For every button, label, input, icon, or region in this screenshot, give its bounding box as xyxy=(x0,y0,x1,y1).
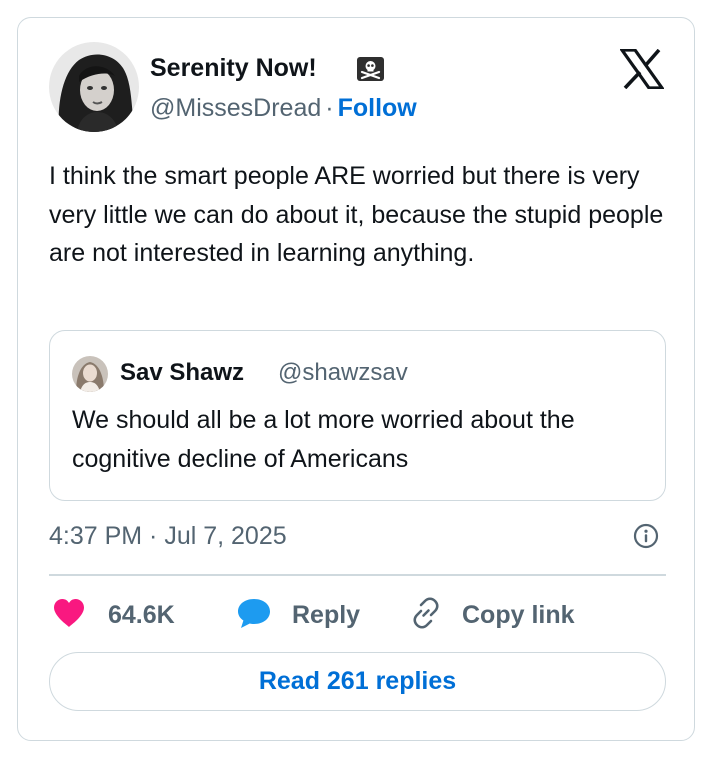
heart-icon xyxy=(52,598,86,633)
handle-separator: · xyxy=(325,94,334,122)
like-count: 64.6K xyxy=(108,600,175,629)
author-handle[interactable]: @MissesDread xyxy=(150,94,321,122)
reply-button[interactable]: Reply xyxy=(236,596,360,634)
link-icon xyxy=(408,595,444,636)
tweet-embed-card: Serenity Now! @MissesDread · Follow I thin… xyxy=(17,17,695,741)
read-replies-button[interactable]: Read 261 replies xyxy=(49,652,666,711)
tweet-timestamp[interactable]: 4:37 PM · Jul 7, 2025 xyxy=(49,520,287,552)
reply-label: Reply xyxy=(292,600,361,629)
author-handle-line: @MissesDread · Follow xyxy=(150,92,417,124)
author-display-name[interactable]: Serenity Now! xyxy=(150,52,317,84)
follow-button[interactable]: Follow xyxy=(338,94,417,122)
skull-crossbones-icon xyxy=(357,57,384,81)
x-logo-icon[interactable] xyxy=(618,48,666,90)
quoted-tweet-text: We should all be a lot more worried abou… xyxy=(72,406,575,473)
divider xyxy=(49,574,666,576)
like-button[interactable]: 64.6K xyxy=(52,596,175,634)
quoted-tweet[interactable]: Sav Shawz @shawzsav We should all be a l… xyxy=(49,330,666,501)
author-avatar[interactable] xyxy=(49,42,139,132)
quoted-author-avatar xyxy=(72,356,108,392)
copy-link-label: Copy link xyxy=(462,600,575,629)
tweet-text: I think the smart people ARE worried but… xyxy=(49,162,664,267)
copy-link-button[interactable]: Copy link xyxy=(408,596,575,634)
info-icon[interactable] xyxy=(633,523,659,549)
quoted-author-handle: @shawzsav xyxy=(278,359,408,386)
speech-bubble-icon xyxy=(236,597,272,634)
quoted-author-display-name: Sav Shawz xyxy=(120,359,245,386)
